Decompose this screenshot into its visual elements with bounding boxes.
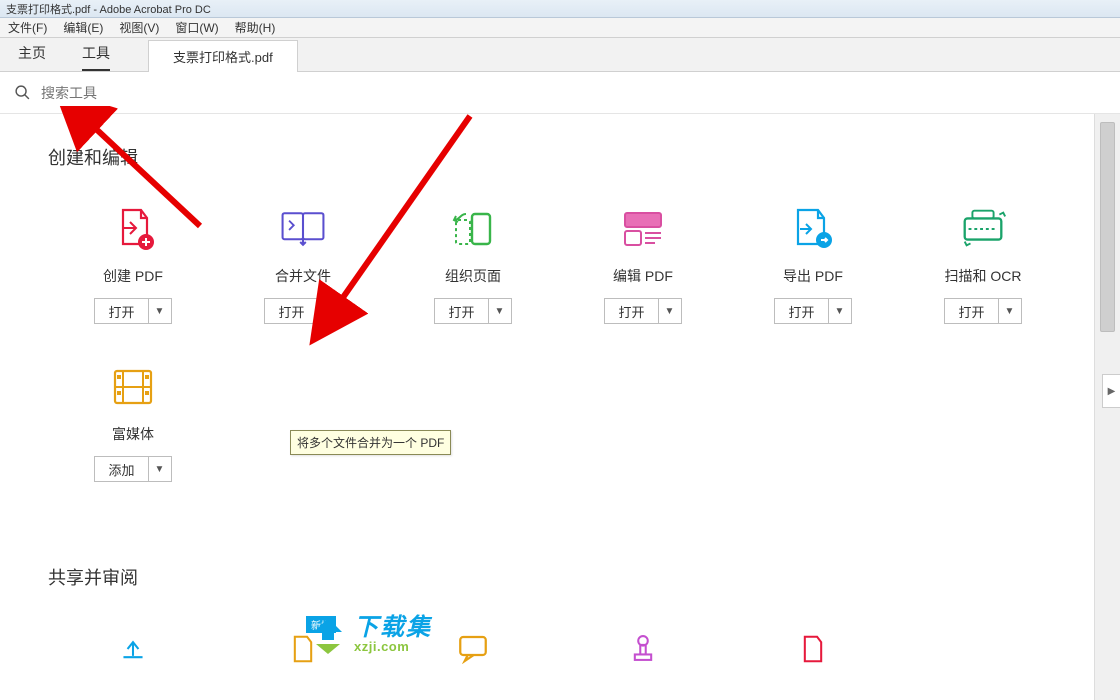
window-title: 支票打印格式.pdf - Adobe Acrobat Pro DC	[6, 1, 211, 17]
tool-create-pdf[interactable]: 创建 PDF 打开 ▼	[48, 206, 218, 324]
tab-bar: 主页 工具 支票打印格式.pdf	[0, 38, 1120, 72]
menu-view[interactable]: 视图(V)	[111, 19, 167, 36]
chevron-down-icon[interactable]: ▼	[149, 457, 171, 481]
edit-pdf-icon	[617, 206, 669, 252]
comment-icon	[447, 626, 499, 672]
tool-search-bar	[0, 72, 1120, 114]
open-button[interactable]: 打开 ▼	[774, 298, 851, 324]
share-icon	[107, 626, 159, 672]
rich-media-icon	[107, 364, 159, 410]
watermark-title: 下载集	[354, 616, 432, 640]
chevron-down-icon[interactable]: ▼	[149, 299, 171, 323]
chevron-down-icon[interactable]: ▼	[999, 299, 1021, 323]
tool-rich-media[interactable]: 富媒体 添加 ▼	[48, 364, 218, 482]
tool-label: 富媒体	[112, 424, 154, 444]
menu-file[interactable]: 文件(F)	[0, 19, 55, 36]
chevron-down-icon[interactable]: ▼	[659, 299, 681, 323]
tool-export-pdf[interactable]: 导出 PDF 打开 ▼	[728, 206, 898, 324]
tool-label: 创建 PDF	[103, 266, 163, 286]
create-pdf-icon	[107, 206, 159, 252]
organize-pages-icon	[447, 206, 499, 252]
chevron-down-icon[interactable]: ▼	[829, 299, 851, 323]
tool-label: 编辑 PDF	[613, 266, 673, 286]
export-pdf-icon	[787, 206, 839, 252]
tools-canvas: 创建和编辑 创建 PDF 打开 ▼ 合并文件 打开	[0, 114, 1120, 700]
tool-edit-pdf[interactable]: 编辑 PDF 打开 ▼	[558, 206, 728, 324]
chevron-down-icon[interactable]: ▼	[319, 299, 341, 323]
window-title-bar: 支票打印格式.pdf - Adobe Acrobat Pro DC	[0, 0, 1120, 18]
tool-measure[interactable]	[728, 626, 898, 686]
open-button[interactable]: 打开 ▼	[264, 298, 341, 324]
open-button[interactable]: 打开 ▼	[94, 298, 171, 324]
search-icon	[14, 84, 31, 101]
open-button[interactable]: 打开 ▼	[434, 298, 511, 324]
scan-ocr-icon	[957, 206, 1009, 252]
download-icon	[308, 614, 348, 654]
stamp-icon	[617, 626, 669, 672]
watermark-url: xzji.com	[354, 640, 432, 653]
tooltip: 将多个文件合并为一个 PDF	[290, 430, 451, 455]
menu-bar: 文件(F) 编辑(E) 视图(V) 窗口(W) 帮助(H)	[0, 18, 1120, 38]
tab-home[interactable]: 主页	[0, 35, 64, 71]
tool-scan-ocr[interactable]: 扫描和 OCR 打开 ▼	[898, 206, 1068, 324]
open-button[interactable]: 打开 ▼	[604, 298, 681, 324]
side-panel-toggle[interactable]: ▶	[1102, 374, 1120, 408]
tool-organize-pages[interactable]: 组织页面 打开 ▼	[388, 206, 558, 324]
tool-label: 组织页面	[445, 266, 501, 286]
add-button[interactable]: 添加 ▼	[94, 456, 171, 482]
combine-files-icon	[277, 206, 329, 252]
menu-window[interactable]: 窗口(W)	[167, 19, 226, 36]
tool-label: 合并文件	[275, 266, 331, 286]
search-input[interactable]	[41, 85, 1106, 101]
chevron-down-icon[interactable]: ▼	[489, 299, 511, 323]
tool-label: 导出 PDF	[783, 266, 843, 286]
tab-document[interactable]: 支票打印格式.pdf	[148, 40, 298, 72]
section-share-review: 共享并审阅	[48, 564, 1094, 590]
open-button[interactable]: 打开 ▼	[944, 298, 1021, 324]
page-icon	[787, 626, 839, 672]
tool-label: 扫描和 OCR	[945, 266, 1022, 286]
scroll-thumb[interactable]	[1100, 122, 1115, 332]
menu-edit[interactable]: 编辑(E)	[55, 19, 111, 36]
watermark: 下载集 xzji.com	[308, 614, 432, 654]
tool-combine-files[interactable]: 合并文件 打开 ▼	[218, 206, 388, 324]
tool-share[interactable]	[48, 626, 218, 686]
tool-stamp[interactable]	[558, 626, 728, 686]
section-create-edit: 创建和编辑	[48, 144, 1094, 170]
tab-tools[interactable]: 工具	[64, 35, 128, 71]
menu-help[interactable]: 帮助(H)	[227, 19, 284, 36]
